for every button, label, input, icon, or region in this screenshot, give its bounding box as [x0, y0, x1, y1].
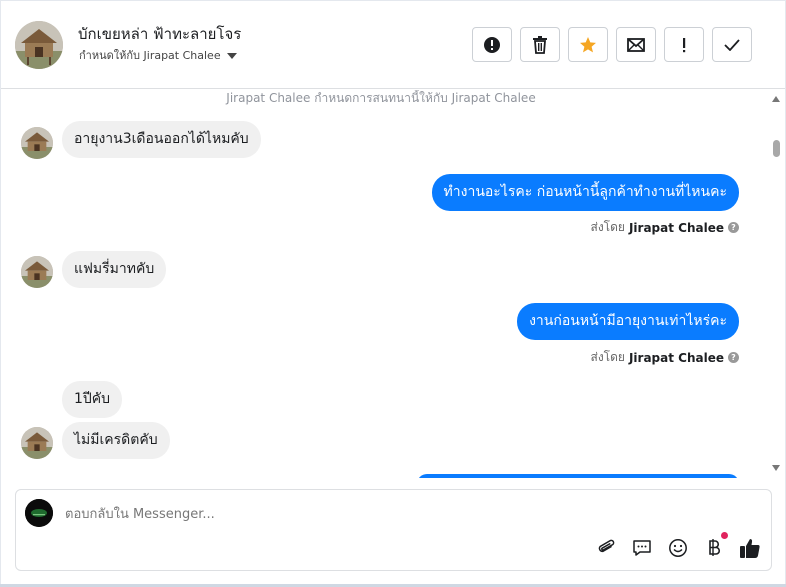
star-icon: [580, 36, 596, 52]
incoming-message[interactable]: 1ปีคับ: [62, 381, 123, 418]
envelope-icon: [627, 37, 645, 52]
notification-dot: [721, 532, 728, 539]
assign-dropdown[interactable]: กำหนดให้กับ Jirapat Chalee: [79, 46, 237, 64]
help-icon[interactable]: ?: [728, 352, 739, 363]
baht-payment-icon[interactable]: [702, 536, 726, 560]
alert-circle-icon: [484, 36, 500, 53]
hut-photo-icon: [21, 427, 53, 459]
contact-avatar-small[interactable]: [21, 127, 53, 159]
outgoing-message[interactable]: ทำงานอะไรคะ ก่อนหน้านี้ลูกค้าทำงานที่ไหน…: [431, 174, 739, 211]
contact-avatar-small[interactable]: [21, 427, 53, 459]
incoming-message[interactable]: ไม่มีเครดิตคับ: [62, 422, 170, 459]
check-icon: [724, 38, 740, 51]
page-avatar: [25, 499, 53, 527]
inbox-conversation-panel: บักเขยหล่า ฟ้าทะลายโจร กำหนดให้กับ Jirap…: [1, 1, 785, 584]
incoming-message[interactable]: แฟมรี่มาทคับ: [62, 251, 167, 288]
system-note: Jirapat Chalee กำหนดการสนทนานี้ให้กับ Ji…: [226, 91, 536, 105]
outgoing-message-partial[interactable]: [417, 474, 739, 478]
trash-icon: [533, 35, 547, 54]
mark-unread-button[interactable]: [616, 27, 656, 62]
emoji-icon[interactable]: [666, 536, 690, 560]
help-icon[interactable]: ?: [728, 222, 739, 233]
scroll-down-arrow-icon[interactable]: [772, 465, 780, 471]
saved-replies-icon[interactable]: [630, 536, 654, 560]
sent-by-prefix: ส่งโดย: [590, 220, 625, 234]
contact-avatar[interactable]: [15, 21, 63, 69]
sent-by-prefix: ส่งโดย: [590, 350, 625, 364]
star-button[interactable]: [568, 27, 608, 62]
scroll-up-arrow-icon[interactable]: [772, 96, 780, 102]
sent-by-name: Jirapat Chalee: [628, 350, 724, 365]
page-logo-icon: [25, 499, 53, 527]
reply-composer: [15, 489, 772, 571]
exclamation-icon: [683, 37, 686, 52]
hut-photo-icon: [21, 256, 53, 288]
conversation-header: บักเขยหล่า ฟ้าทะลายโจร กำหนดให้กับ Jirap…: [1, 1, 785, 89]
sent-by-line: ส่งโดย Jirapat Chalee ?: [590, 348, 739, 367]
sent-by-name: Jirapat Chalee: [628, 220, 724, 235]
hut-photo-icon: [15, 21, 63, 69]
assigned-label: กำหนดให้กับ Jirapat Chalee: [79, 49, 221, 62]
hut-photo-icon: [21, 127, 53, 159]
spam-button[interactable]: [472, 27, 512, 62]
delete-button[interactable]: [520, 27, 560, 62]
incoming-message[interactable]: อายุงาน3เดือนออกได้ไหมคับ: [62, 121, 261, 158]
mark-done-button[interactable]: [712, 27, 752, 62]
caret-down-icon: [226, 52, 237, 59]
reply-input[interactable]: [65, 503, 715, 525]
paperclip-icon[interactable]: [594, 536, 618, 560]
follow-up-button[interactable]: [664, 27, 704, 62]
thumbs-up-icon[interactable]: [738, 536, 762, 560]
sent-by-line: ส่งโดย Jirapat Chalee ?: [590, 218, 739, 237]
scrollbar-thumb[interactable]: [773, 140, 780, 157]
outgoing-message[interactable]: งานก่อนหน้ามีอายุงานเท่าไหร่คะ: [517, 303, 739, 340]
message-thread[interactable]: Jirapat Chalee กำหนดการสนทนานี้ให้กับ Ji…: [1, 90, 785, 478]
contact-name[interactable]: บักเขยหล่า ฟ้าทะลายโจร: [78, 22, 241, 46]
contact-avatar-small[interactable]: [21, 256, 53, 288]
